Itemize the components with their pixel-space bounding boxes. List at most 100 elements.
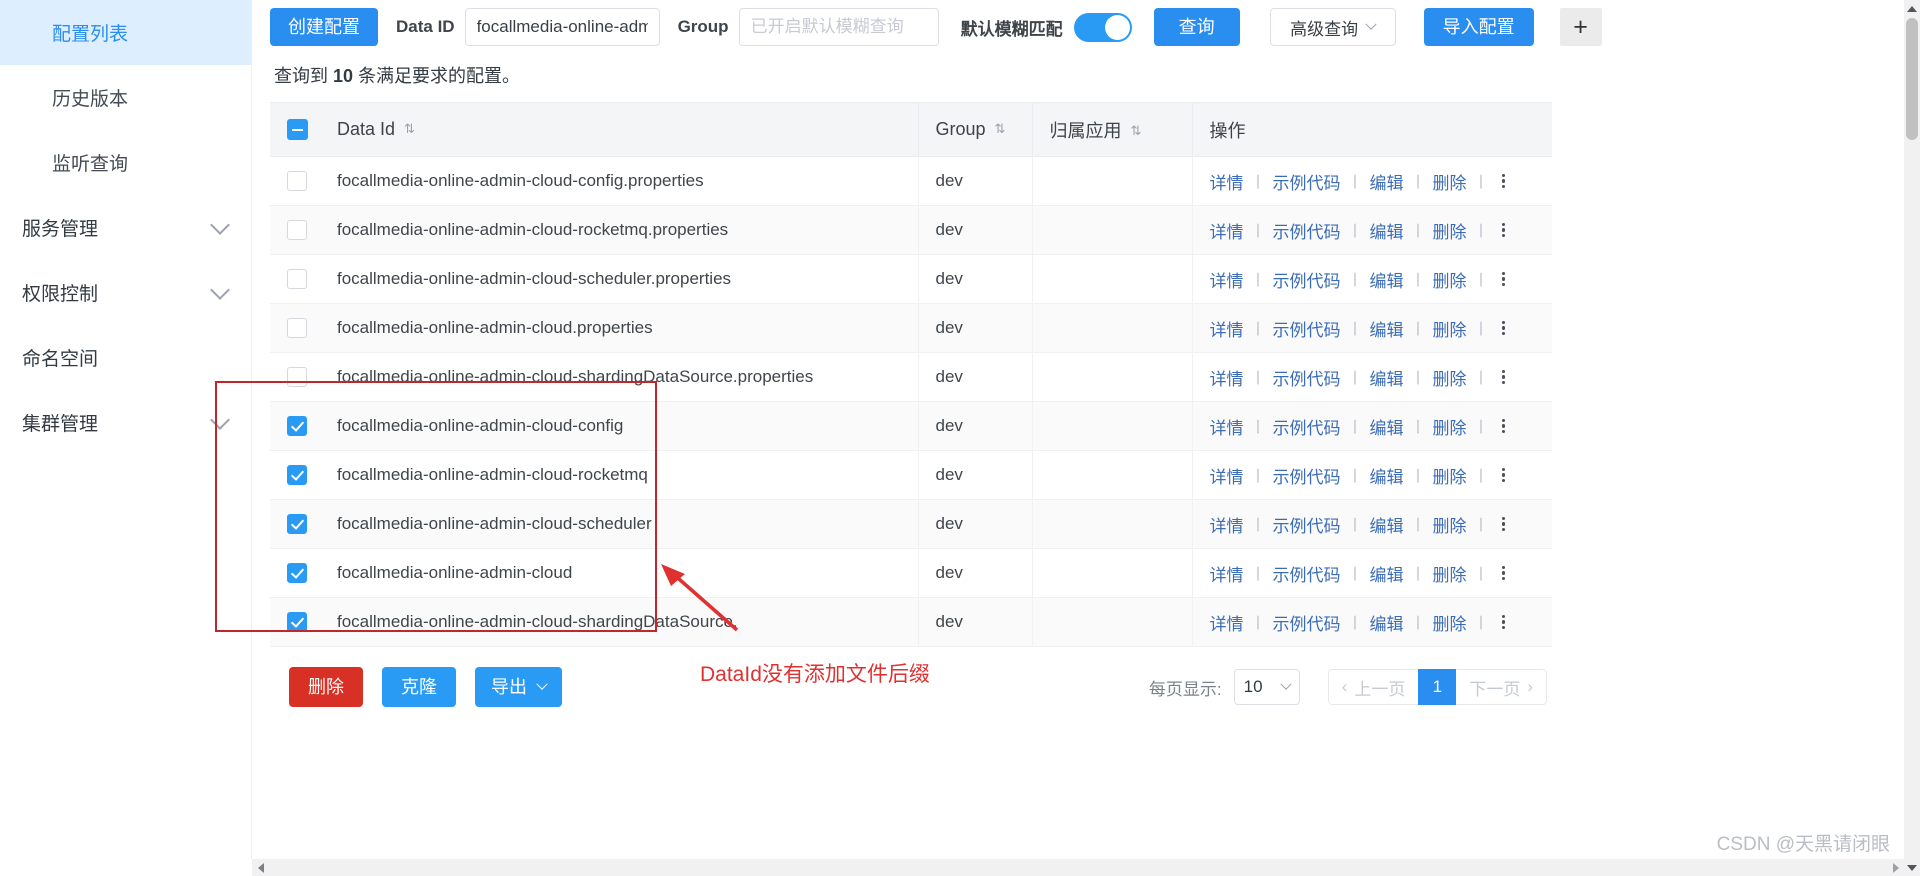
table-row[interactable]: focallmedia-online-admin-cloud-configdev… [270,402,1552,451]
delete-link[interactable]: 删除 [1433,365,1467,390]
sample-code-link[interactable]: 示例代码 [1273,365,1341,390]
row-checkbox[interactable] [287,220,307,240]
scroll-up-icon[interactable] [1904,0,1920,17]
edit-link[interactable]: 编辑 [1370,414,1404,439]
horizontal-scrollbar[interactable] [252,859,1904,876]
header-app[interactable]: 归属应用⇅ [1032,103,1192,157]
page-size-select[interactable]: 10 [1234,669,1300,705]
sidebar-item-history-version[interactable]: 历史版本 [0,65,251,130]
edit-link[interactable]: 编辑 [1370,267,1404,292]
sort-icon[interactable]: ⇅ [404,121,413,137]
sample-code-link[interactable]: 示例代码 [1273,169,1341,194]
delete-link[interactable]: 删除 [1433,463,1467,488]
detail-link[interactable]: 详情 [1210,414,1244,439]
bulk-delete-button[interactable]: 删除 [289,667,363,707]
row-checkbox[interactable] [287,269,307,289]
scroll-right-icon[interactable] [1887,859,1904,876]
table-row[interactable]: focallmedia-online-admin-cloud-shardingD… [270,598,1552,647]
sidebar-item-namespace[interactable]: 命名空间 [0,325,251,390]
delete-link[interactable]: 删除 [1433,610,1467,635]
row-checkbox[interactable] [287,367,307,387]
sample-code-link[interactable]: 示例代码 [1273,267,1341,292]
detail-link[interactable]: 详情 [1210,218,1244,243]
vertical-scrollbar[interactable] [1904,0,1920,876]
scroll-left-icon[interactable] [252,859,269,876]
more-vertical-icon[interactable] [1502,615,1505,630]
detail-link[interactable]: 详情 [1210,169,1244,194]
sort-icon[interactable]: ⇅ [995,121,1004,137]
advanced-query-select[interactable]: 高级查询 [1270,8,1396,46]
delete-link[interactable]: 删除 [1433,512,1467,537]
detail-link[interactable]: 详情 [1210,463,1244,488]
table-row[interactable]: focallmedia-online-admin-clouddev详情丨示例代码… [270,549,1552,598]
sidebar-item-permission-control[interactable]: 权限控制 [0,260,251,325]
sample-code-link[interactable]: 示例代码 [1273,512,1341,537]
table-row[interactable]: focallmedia-online-admin-cloud-rocketmq.… [270,206,1552,255]
row-checkbox[interactable] [287,514,307,534]
fuzzy-match-toggle[interactable] [1074,13,1132,42]
add-button[interactable]: + [1560,8,1602,46]
sample-code-link[interactable]: 示例代码 [1273,316,1341,341]
sample-code-link[interactable]: 示例代码 [1273,218,1341,243]
row-checkbox[interactable] [287,318,307,338]
sample-code-link[interactable]: 示例代码 [1273,414,1341,439]
detail-link[interactable]: 详情 [1210,512,1244,537]
table-row[interactable]: focallmedia-online-admin-cloud-shardingD… [270,353,1552,402]
detail-link[interactable]: 详情 [1210,267,1244,292]
row-checkbox[interactable] [287,465,307,485]
edit-link[interactable]: 编辑 [1370,561,1404,586]
sidebar-item-config-list[interactable]: 配置列表 [0,0,251,65]
edit-link[interactable]: 编辑 [1370,316,1404,341]
dataid-input[interactable] [465,8,660,46]
edit-link[interactable]: 编辑 [1370,610,1404,635]
delete-link[interactable]: 删除 [1433,414,1467,439]
sample-code-link[interactable]: 示例代码 [1273,610,1341,635]
row-checkbox[interactable] [287,171,307,191]
more-vertical-icon[interactable] [1502,468,1505,483]
row-checkbox[interactable] [287,563,307,583]
detail-link[interactable]: 详情 [1210,561,1244,586]
edit-link[interactable]: 编辑 [1370,463,1404,488]
table-row[interactable]: focallmedia-online-admin-cloud-scheduler… [270,500,1552,549]
sample-code-link[interactable]: 示例代码 [1273,463,1341,488]
scroll-down-icon[interactable] [1904,859,1920,876]
delete-link[interactable]: 删除 [1433,267,1467,292]
create-config-button[interactable]: 创建配置 [270,8,378,46]
import-config-button[interactable]: 导入配置 [1424,8,1534,46]
more-vertical-icon[interactable] [1502,174,1505,189]
next-page-button[interactable]: 下一页 › [1456,669,1547,705]
select-all-checkbox[interactable] [287,119,308,140]
row-checkbox[interactable] [287,612,307,632]
row-checkbox[interactable] [287,416,307,436]
sidebar-item-service-management[interactable]: 服务管理 [0,195,251,260]
more-vertical-icon[interactable] [1502,419,1505,434]
header-data-id[interactable]: Data Id⇅ [320,103,918,157]
page-number-1[interactable]: 1 [1418,669,1456,705]
sort-icon[interactable]: ⇅ [1131,123,1140,139]
more-vertical-icon[interactable] [1502,566,1505,581]
detail-link[interactable]: 详情 [1210,365,1244,390]
header-group[interactable]: Group⇅ [918,103,1032,157]
edit-link[interactable]: 编辑 [1370,512,1404,537]
group-input[interactable] [739,8,939,46]
sidebar-item-listener-query[interactable]: 监听查询 [0,130,251,195]
table-row[interactable]: focallmedia-online-admin-cloud.propertie… [270,304,1552,353]
edit-link[interactable]: 编辑 [1370,218,1404,243]
table-row[interactable]: focallmedia-online-admin-cloud-rocketmqd… [270,451,1552,500]
edit-link[interactable]: 编辑 [1370,365,1404,390]
vertical-scroll-thumb[interactable] [1906,18,1918,140]
more-vertical-icon[interactable] [1502,272,1505,287]
detail-link[interactable]: 详情 [1210,316,1244,341]
delete-link[interactable]: 删除 [1433,218,1467,243]
bulk-clone-button[interactable]: 克隆 [382,667,456,707]
more-vertical-icon[interactable] [1502,370,1505,385]
delete-link[interactable]: 删除 [1433,561,1467,586]
sidebar-item-cluster-management[interactable]: 集群管理 [0,390,251,455]
bulk-export-button[interactable]: 导出 [475,667,562,707]
delete-link[interactable]: 删除 [1433,316,1467,341]
table-row[interactable]: focallmedia-online-admin-cloud-config.pr… [270,157,1552,206]
more-vertical-icon[interactable] [1502,321,1505,336]
edit-link[interactable]: 编辑 [1370,169,1404,194]
prev-page-button[interactable]: ‹ 上一页 [1328,669,1419,705]
more-vertical-icon[interactable] [1502,517,1505,532]
